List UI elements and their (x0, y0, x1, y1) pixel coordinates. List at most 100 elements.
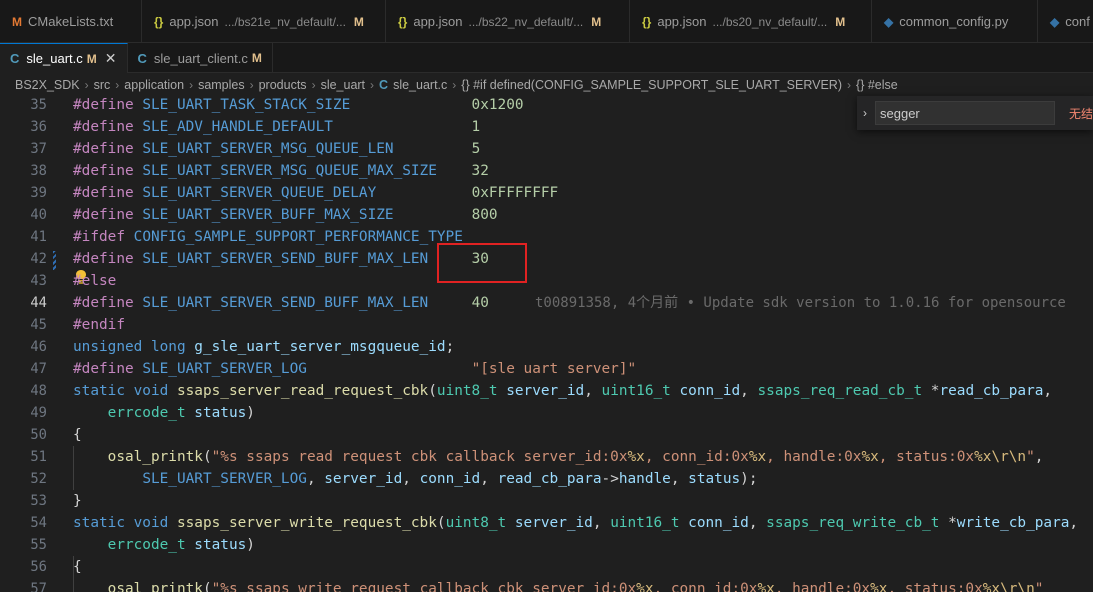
code-line[interactable]: 42 #define SLE_UART_SERVER_SEND_BUFF_MAX_… (0, 248, 1093, 270)
code-editor[interactable]: 35 #define SLE_UART_TASK_STACK_SIZE 0x120… (0, 94, 1093, 592)
breadcrumb: BS2X_SDK › src › application › samples › product… (0, 74, 1093, 96)
code-line[interactable]: 44 #define SLE_UART_SERVER_SEND_BUFF_MAX_… (0, 292, 1093, 314)
find-widget: › Aa ab .* 无结果 (857, 96, 1093, 130)
code-token: , (402, 471, 420, 487)
code-token: SLE_UART_SERVER_QUEUE_DELAY (142, 185, 377, 201)
code-text: #define SLE_UART_SERVER_QUEUE_DELAY 0xFF… (73, 182, 558, 204)
code-token: , (592, 515, 611, 531)
breadcrumb-item[interactable]: samples (198, 78, 245, 92)
code-token: %x (627, 449, 645, 465)
line-number: 50 (30, 427, 47, 443)
code-line[interactable]: 51 osal_printk("%s ssaps read request cb… (0, 446, 1093, 468)
code-token: , handle:0x (774, 581, 871, 592)
code-line[interactable]: 57 osal_printk("%s ssaps write request c… (0, 578, 1093, 592)
code-line[interactable]: 39 #define SLE_UART_SERVER_QUEUE_DELAY 0x… (0, 182, 1093, 204)
code-token: SLE_UART_SERVER_BUFF_MAX_SIZE (142, 207, 394, 223)
editor-tab[interactable]: {} app.json .../bs21e_nv_default/... M (142, 0, 386, 42)
code-line[interactable]: 37 #define SLE_UART_SERVER_MSG_QUEUE_LEN … (0, 138, 1093, 160)
code-text: #define SLE_UART_SERVER_SEND_BUFF_MAX_LE… (73, 248, 489, 270)
chevron-right-icon: › (452, 78, 457, 92)
code-token: osal_printk (107, 581, 203, 592)
code-token: { (73, 559, 82, 575)
editor-tab-inactive[interactable]: Csle_uart_client.c M (128, 43, 273, 73)
code-line[interactable]: 47 #define SLE_UART_SERVER_LOG "[sle uart… (0, 358, 1093, 380)
toggle-replace-chevron-icon[interactable]: › (857, 106, 873, 120)
code-token: conn_id (419, 471, 481, 487)
code-line[interactable]: 40 #define SLE_UART_SERVER_BUFF_MAX_SIZE … (0, 204, 1093, 226)
line-number: 42 (30, 251, 47, 267)
code-token: SLE_UART_SERVER_MSG_QUEUE_LEN (142, 141, 394, 157)
editor-tab[interactable]: {} app.json .../bs22_nv_default/... M (386, 0, 630, 42)
code-token: #else (73, 273, 117, 289)
code-token: read_cb_para (497, 471, 602, 487)
line-number: 57 (30, 581, 47, 592)
code-line[interactable]: 52 SLE_UART_SERVER_LOG, server_id, conn_… (0, 468, 1093, 490)
close-icon[interactable]: ✕ (105, 50, 117, 67)
code-token: status (194, 537, 247, 553)
breadcrumb-file[interactable]: sle_uart.c (393, 78, 447, 92)
code-text: #define SLE_UART_SERVER_MSG_QUEUE_LEN 5 (73, 138, 480, 160)
line-number: 41 (30, 229, 47, 245)
code-line[interactable]: 46 unsigned long g_sle_uart_server_msgque… (0, 336, 1093, 358)
json-file-icon: {} (642, 14, 652, 29)
code-token: ( (202, 449, 212, 465)
code-line[interactable]: 48 static void ssaps_server_read_request_… (0, 380, 1093, 402)
code-token: ( (436, 515, 446, 531)
code-token: ssaps_server_read_request_cbk (176, 383, 429, 399)
code-text: #define SLE_UART_TASK_STACK_SIZE 0x1200 (73, 94, 524, 116)
json-file-icon: {} (154, 14, 164, 29)
breadcrumb-item[interactable]: sle_uart (321, 78, 365, 92)
code-token: SLE_ADV_HANDLE_DEFAULT (142, 119, 333, 135)
code-token: static void (73, 383, 177, 399)
code-token: , (1069, 515, 1079, 531)
editor-tab[interactable]: M CMakeLists.txt (0, 0, 142, 42)
find-input[interactable] (875, 101, 1055, 125)
code-line[interactable]: 41 #ifdef CONFIG_SAMPLE_SUPPORT_PERFORMAN… (0, 226, 1093, 248)
code-line[interactable]: 49 errcode_t status) (0, 402, 1093, 424)
breadcrumb-item[interactable]: application (124, 78, 184, 92)
editor-tab-active[interactable]: Csle_uart.c M ✕ (0, 43, 128, 73)
code-line[interactable]: 45 #endif (0, 314, 1093, 336)
line-number: 51 (30, 449, 47, 465)
editor-tab[interactable]: {} app.json .../bs20_nv_default/... M (630, 0, 872, 42)
code-text: #define SLE_UART_SERVER_BUFF_MAX_SIZE 80… (73, 204, 498, 226)
code-line[interactable]: 53} (0, 490, 1093, 512)
code-token: , (306, 471, 325, 487)
breadcrumb-item[interactable]: src (94, 78, 111, 92)
code-text: } (73, 490, 82, 512)
code-line[interactable]: 56 { (0, 556, 1093, 578)
code-token: server_id (324, 471, 403, 487)
code-text: { (73, 424, 82, 446)
code-token: %x (861, 449, 879, 465)
code-text: #define SLE_UART_SERVER_LOG "[sle uart s… (73, 358, 636, 380)
code-token: , (1043, 383, 1053, 399)
code-token: " (1026, 449, 1035, 465)
code-token: -> (601, 471, 619, 487)
breadcrumb-symbol[interactable]: {} #else (856, 78, 898, 92)
line-number: 36 (30, 119, 47, 135)
breadcrumb-item[interactable]: products (259, 78, 307, 92)
code-line[interactable]: 54 static void ssaps_server_write_request… (0, 512, 1093, 534)
code-token: ssaps_req_read_cb_t (757, 383, 931, 399)
code-token: osal_printk (107, 449, 203, 465)
code-line[interactable]: 50 { (0, 424, 1093, 446)
breadcrumb-symbol[interactable]: {} #if defined(CONFIG_SAMPLE_SUPPORT_SLE… (461, 78, 842, 92)
code-token: "[sle uart server]" (471, 361, 637, 377)
code-token: 1 (471, 119, 481, 135)
code-line[interactable]: 55 errcode_t status) (0, 534, 1093, 556)
code-token: #define (73, 251, 143, 267)
code-line[interactable]: 43 #else (0, 270, 1093, 292)
editor-tab[interactable]: ◆ common_config.py (872, 0, 1038, 42)
code-token: ) (246, 405, 255, 421)
code-token: ; (445, 339, 455, 355)
breadcrumb-item[interactable]: BS2X_SDK (15, 78, 80, 92)
editor-tab[interactable]: ◆ conf (1038, 0, 1093, 42)
code-line[interactable]: 38 #define SLE_UART_SERVER_MSG_QUEUE_MAX_… (0, 160, 1093, 182)
cmake-file-icon: M (12, 14, 22, 29)
split-editor-tab-strip: Csle_uart.c M ✕ Csle_uart_client.c M (0, 43, 1093, 73)
code-token: * (948, 515, 957, 531)
code-text: errcode_t status) (73, 402, 255, 424)
